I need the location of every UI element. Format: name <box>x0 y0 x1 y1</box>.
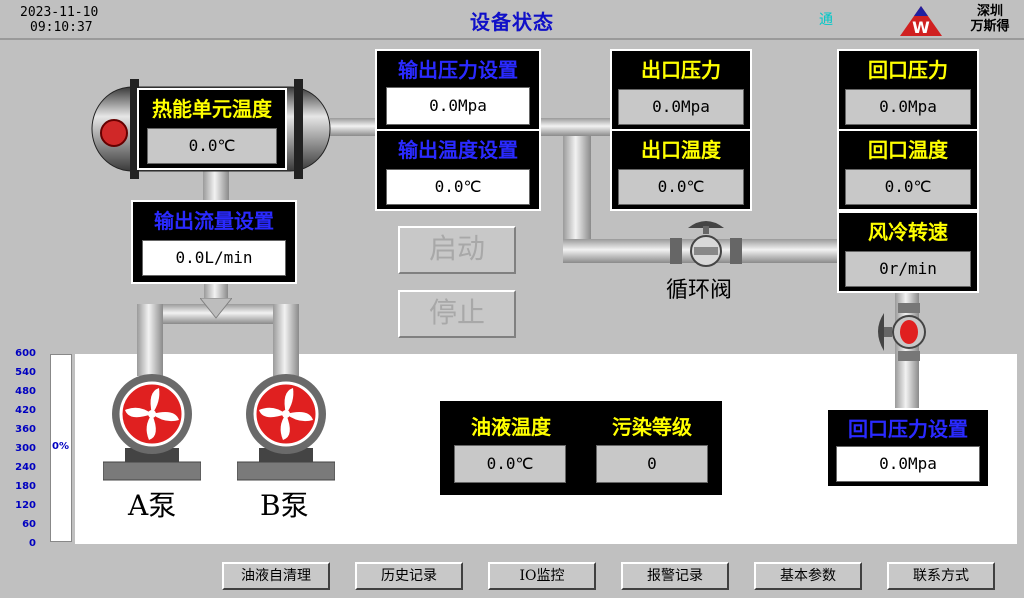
output-pressure-setting-input[interactable]: 0.0Mpa <box>386 87 530 125</box>
nav-history-button[interactable]: 历史记录 <box>355 562 463 590</box>
heat-unit-temp-panel: 热能单元温度 0.0℃ <box>137 88 287 170</box>
pollution-level-panel: 污染等级 0 <box>582 401 722 495</box>
outlet-pressure-value: 0.0Mpa <box>618 89 744 125</box>
pipe-settings-to-outlet <box>538 118 614 136</box>
output-pressure-setting-label: 输出压力设置 <box>398 58 518 82</box>
return-pressure-setting-label: 回口压力设置 <box>848 417 968 441</box>
circulation-valve-icon[interactable] <box>670 214 742 272</box>
fan-speed-value: 0r/min <box>845 251 971 287</box>
output-flow-setting-label: 输出流量设置 <box>154 209 274 233</box>
company-logo-icon: W <box>900 6 942 37</box>
fan-speed-label: 风冷转速 <box>868 220 948 244</box>
level-scale-tick: 420 <box>15 405 36 416</box>
pump-b-label: B泵 <box>260 489 309 522</box>
oil-temp-label: 油液温度 <box>471 415 551 439</box>
nav-basic-params-button[interactable]: 基本参数 <box>754 562 862 590</box>
circulation-valve-label: 循环阀 <box>666 278 733 303</box>
fan-speed-panel: 风冷转速 0r/min <box>837 211 979 293</box>
pipe-junction-funnel <box>200 298 232 319</box>
return-pressure-panel: 回口压力 0.0Mpa <box>837 49 979 131</box>
pipe-to-pump-a <box>137 304 163 376</box>
level-scale-tick: 180 <box>15 481 36 492</box>
heat-unit-indicator-light <box>100 119 128 147</box>
pump-b-icon[interactable] <box>237 372 335 482</box>
return-valve-icon[interactable] <box>872 303 928 361</box>
company-name-line2: 万斯得 <box>970 19 1010 34</box>
level-scale-tick: 0 <box>29 538 36 549</box>
level-scale-tick: 240 <box>15 462 36 473</box>
nav-contact-button[interactable]: 联系方式 <box>887 562 995 590</box>
nav-alarm-log-button[interactable]: 报警记录 <box>621 562 729 590</box>
level-scale-tick: 360 <box>15 424 36 435</box>
nav-io-monitor-button[interactable]: IO监控 <box>488 562 596 590</box>
level-scale-tick: 60 <box>22 519 36 530</box>
return-pressure-label: 回口压力 <box>868 58 948 82</box>
output-flow-setting-panel: 输出流量设置 0.0L/min <box>131 200 297 284</box>
page-title: 设备状态 <box>470 10 554 34</box>
outlet-pressure-label: 出口压力 <box>641 58 721 82</box>
outlet-temp-label: 出口温度 <box>641 138 721 162</box>
pipe-down-to-valve <box>563 136 591 250</box>
output-temp-setting-panel: 输出温度设置 0.0℃ <box>375 129 541 211</box>
return-pressure-setting-panel: 回口压力设置 0.0Mpa <box>826 408 990 488</box>
stop-button[interactable]: 停止 <box>398 290 516 338</box>
level-scale-tick: 120 <box>15 500 36 511</box>
company-name: 深圳 万斯得 <box>955 4 1024 34</box>
level-scale-tick: 600 <box>15 348 36 359</box>
start-button[interactable]: 启动 <box>398 226 516 274</box>
pump-a-icon[interactable] <box>103 372 201 482</box>
oil-temp-value: 0.0℃ <box>454 445 566 483</box>
output-temp-setting-input[interactable]: 0.0℃ <box>386 169 530 205</box>
level-scale-tick: 480 <box>15 386 36 397</box>
return-temp-value: 0.0℃ <box>845 169 971 205</box>
return-temp-label: 回口温度 <box>868 138 948 162</box>
company-name-line1: 深圳 <box>976 4 1003 19</box>
pipe-to-pump-b <box>273 304 299 376</box>
svg-text:W: W <box>912 18 930 37</box>
output-temp-setting-label: 输出温度设置 <box>398 138 518 162</box>
return-pressure-setting-input[interactable]: 0.0Mpa <box>836 446 980 482</box>
level-scale-tick: 540 <box>15 367 36 378</box>
comm-status-marker: 通 <box>819 12 833 28</box>
return-temp-panel: 回口温度 0.0℃ <box>837 129 979 211</box>
level-scale-tick: 300 <box>15 443 36 454</box>
outlet-pressure-panel: 出口压力 0.0Mpa <box>610 49 752 131</box>
oil-temp-panel: 油液温度 0.0℃ <box>440 401 582 495</box>
output-flow-setting-input[interactable]: 0.0L/min <box>142 240 286 276</box>
outlet-temp-panel: 出口温度 0.0℃ <box>610 129 752 211</box>
pollution-level-value: 0 <box>596 445 708 483</box>
return-pressure-value: 0.0Mpa <box>845 89 971 125</box>
heat-unit-temp-label: 热能单元温度 <box>152 97 272 121</box>
output-pressure-setting-panel: 输出压力设置 0.0Mpa <box>375 49 541 131</box>
nav-oil-self-clean-button[interactable]: 油液自清理 <box>222 562 330 590</box>
heat-unit-temp-value: 0.0℃ <box>147 128 277 164</box>
pump-a-label: A泵 <box>128 489 177 522</box>
level-percent: 0% <box>52 441 69 452</box>
outlet-temp-value: 0.0℃ <box>618 169 744 205</box>
pollution-level-label: 污染等级 <box>612 415 692 439</box>
